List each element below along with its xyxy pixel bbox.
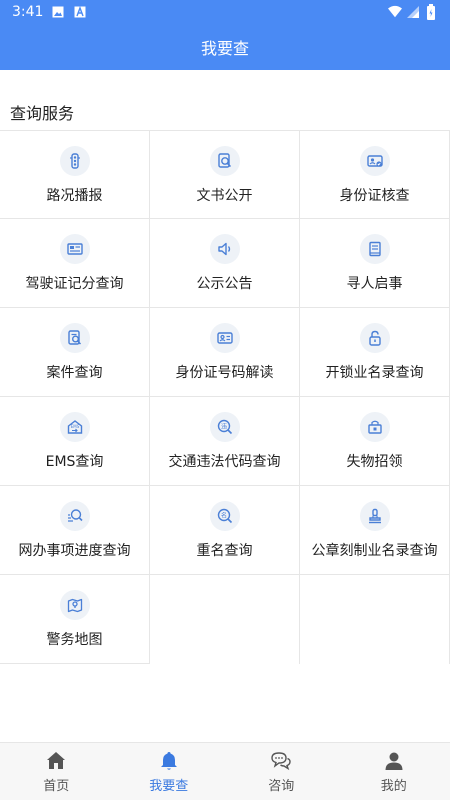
bottom-nav: 首页 我要查 咨询 我的 [0, 742, 450, 800]
traffic-light-icon [59, 146, 90, 176]
service-item-license[interactable]: 驾驶证记分查询 [0, 219, 150, 308]
status-bar: 3:41 [0, 0, 450, 24]
service-item-label: 寻人启事 [346, 276, 403, 292]
service-item-label: 路况播报 [46, 188, 103, 204]
document-search-icon [209, 146, 240, 176]
bell-icon [157, 749, 181, 773]
service-item-map[interactable]: 警务地图 [0, 575, 150, 664]
nav-item-label: 咨询 [268, 779, 295, 794]
service-item-label: 案件查询 [46, 365, 103, 381]
service-item-label: 交通违法代码查询 [168, 454, 281, 470]
ems-icon: EMS [59, 412, 90, 442]
nav-item-label: 我要查 [149, 779, 189, 794]
service-item-name-search[interactable]: 名重名查询 [150, 486, 300, 575]
license-icon [59, 234, 90, 264]
nav-item-person[interactable]: 我的 [338, 743, 450, 800]
map-icon [59, 590, 90, 620]
app-header: 我要查 [0, 24, 450, 70]
service-item-notice[interactable]: 寻人启事 [300, 219, 450, 308]
service-item-id-number[interactable]: 身份证号码解读 [150, 308, 300, 397]
service-item-ems[interactable]: EMS EMS查询 [0, 397, 150, 486]
service-item-id-card-check[interactable]: 身份证核查 [300, 130, 450, 219]
service-grid: 路况播报 文书公开 身份证核查驾驶证记分查询 公示公告 寻人启事案件查询 身份证号码解读 开… [0, 130, 450, 664]
section-title: 查询服务 [10, 104, 75, 123]
speaker-icon [209, 234, 240, 264]
person-icon [382, 749, 406, 773]
svg-text:名: 名 [220, 511, 226, 519]
nav-item-bell[interactable]: 我要查 [113, 743, 226, 800]
service-item-stamp[interactable]: 公章刻制业名录查询 [300, 486, 450, 575]
service-item-traffic-light[interactable]: 路况播报 [0, 130, 150, 219]
nav-item-label: 首页 [43, 779, 70, 794]
wifi-icon [388, 5, 402, 19]
id-card-check-icon [359, 146, 390, 176]
nav-item-home[interactable]: 首页 [0, 743, 113, 800]
service-item-label: 失物招领 [346, 454, 403, 470]
service-item-lost-found[interactable]: 失物招领 [300, 397, 450, 486]
service-item-document-search[interactable]: 文书公开 [150, 130, 300, 219]
case-search-icon [59, 323, 90, 353]
image-notification-icon [51, 5, 65, 19]
svg-text:EMS: EMS [70, 424, 79, 429]
lost-found-icon [359, 412, 390, 442]
service-item-progress-search[interactable]: 网办事项进度查询 [0, 486, 150, 575]
service-item-label: 警务地图 [46, 632, 103, 648]
service-item-violation-search[interactable]: 违交通违法代码查询 [150, 397, 300, 486]
text-notification-icon [73, 5, 87, 19]
service-item-lock[interactable]: 开锁业名录查询 [300, 308, 450, 397]
lock-icon [359, 323, 390, 353]
service-item-label: EMS查询 [45, 454, 104, 470]
service-item-label: 公章刻制业名录查询 [311, 543, 438, 559]
service-item-case-search[interactable]: 案件查询 [0, 308, 150, 397]
notice-icon [359, 234, 390, 264]
svg-text:违: 违 [220, 423, 226, 430]
service-item-label: 公示公告 [196, 276, 253, 292]
service-item-label: 开锁业名录查询 [325, 365, 424, 381]
service-item-label: 文书公开 [196, 188, 253, 204]
chat-icon [269, 749, 293, 773]
battery-icon [424, 4, 438, 20]
empty-grid-cell [150, 575, 300, 664]
page-title: 我要查 [200, 39, 249, 58]
stamp-icon [359, 501, 390, 531]
empty-grid-cell [300, 575, 450, 664]
progress-search-icon [59, 501, 90, 531]
violation-search-icon: 违 [209, 412, 240, 442]
service-item-label: 身份证号码解读 [175, 365, 274, 381]
signal-icon [406, 5, 420, 19]
service-item-label: 网办事项进度查询 [18, 543, 131, 559]
name-search-icon: 名 [209, 501, 240, 531]
service-item-label: 驾驶证记分查询 [25, 276, 124, 292]
service-item-label: 重名查询 [196, 543, 253, 559]
service-item-label: 身份证核查 [339, 188, 410, 204]
service-item-speaker[interactable]: 公示公告 [150, 219, 300, 308]
id-number-icon [209, 323, 240, 353]
nav-item-chat[interactable]: 咨询 [225, 743, 338, 800]
status-time: 3:41 [12, 4, 44, 20]
home-icon [44, 749, 68, 773]
nav-item-label: 我的 [380, 779, 407, 794]
